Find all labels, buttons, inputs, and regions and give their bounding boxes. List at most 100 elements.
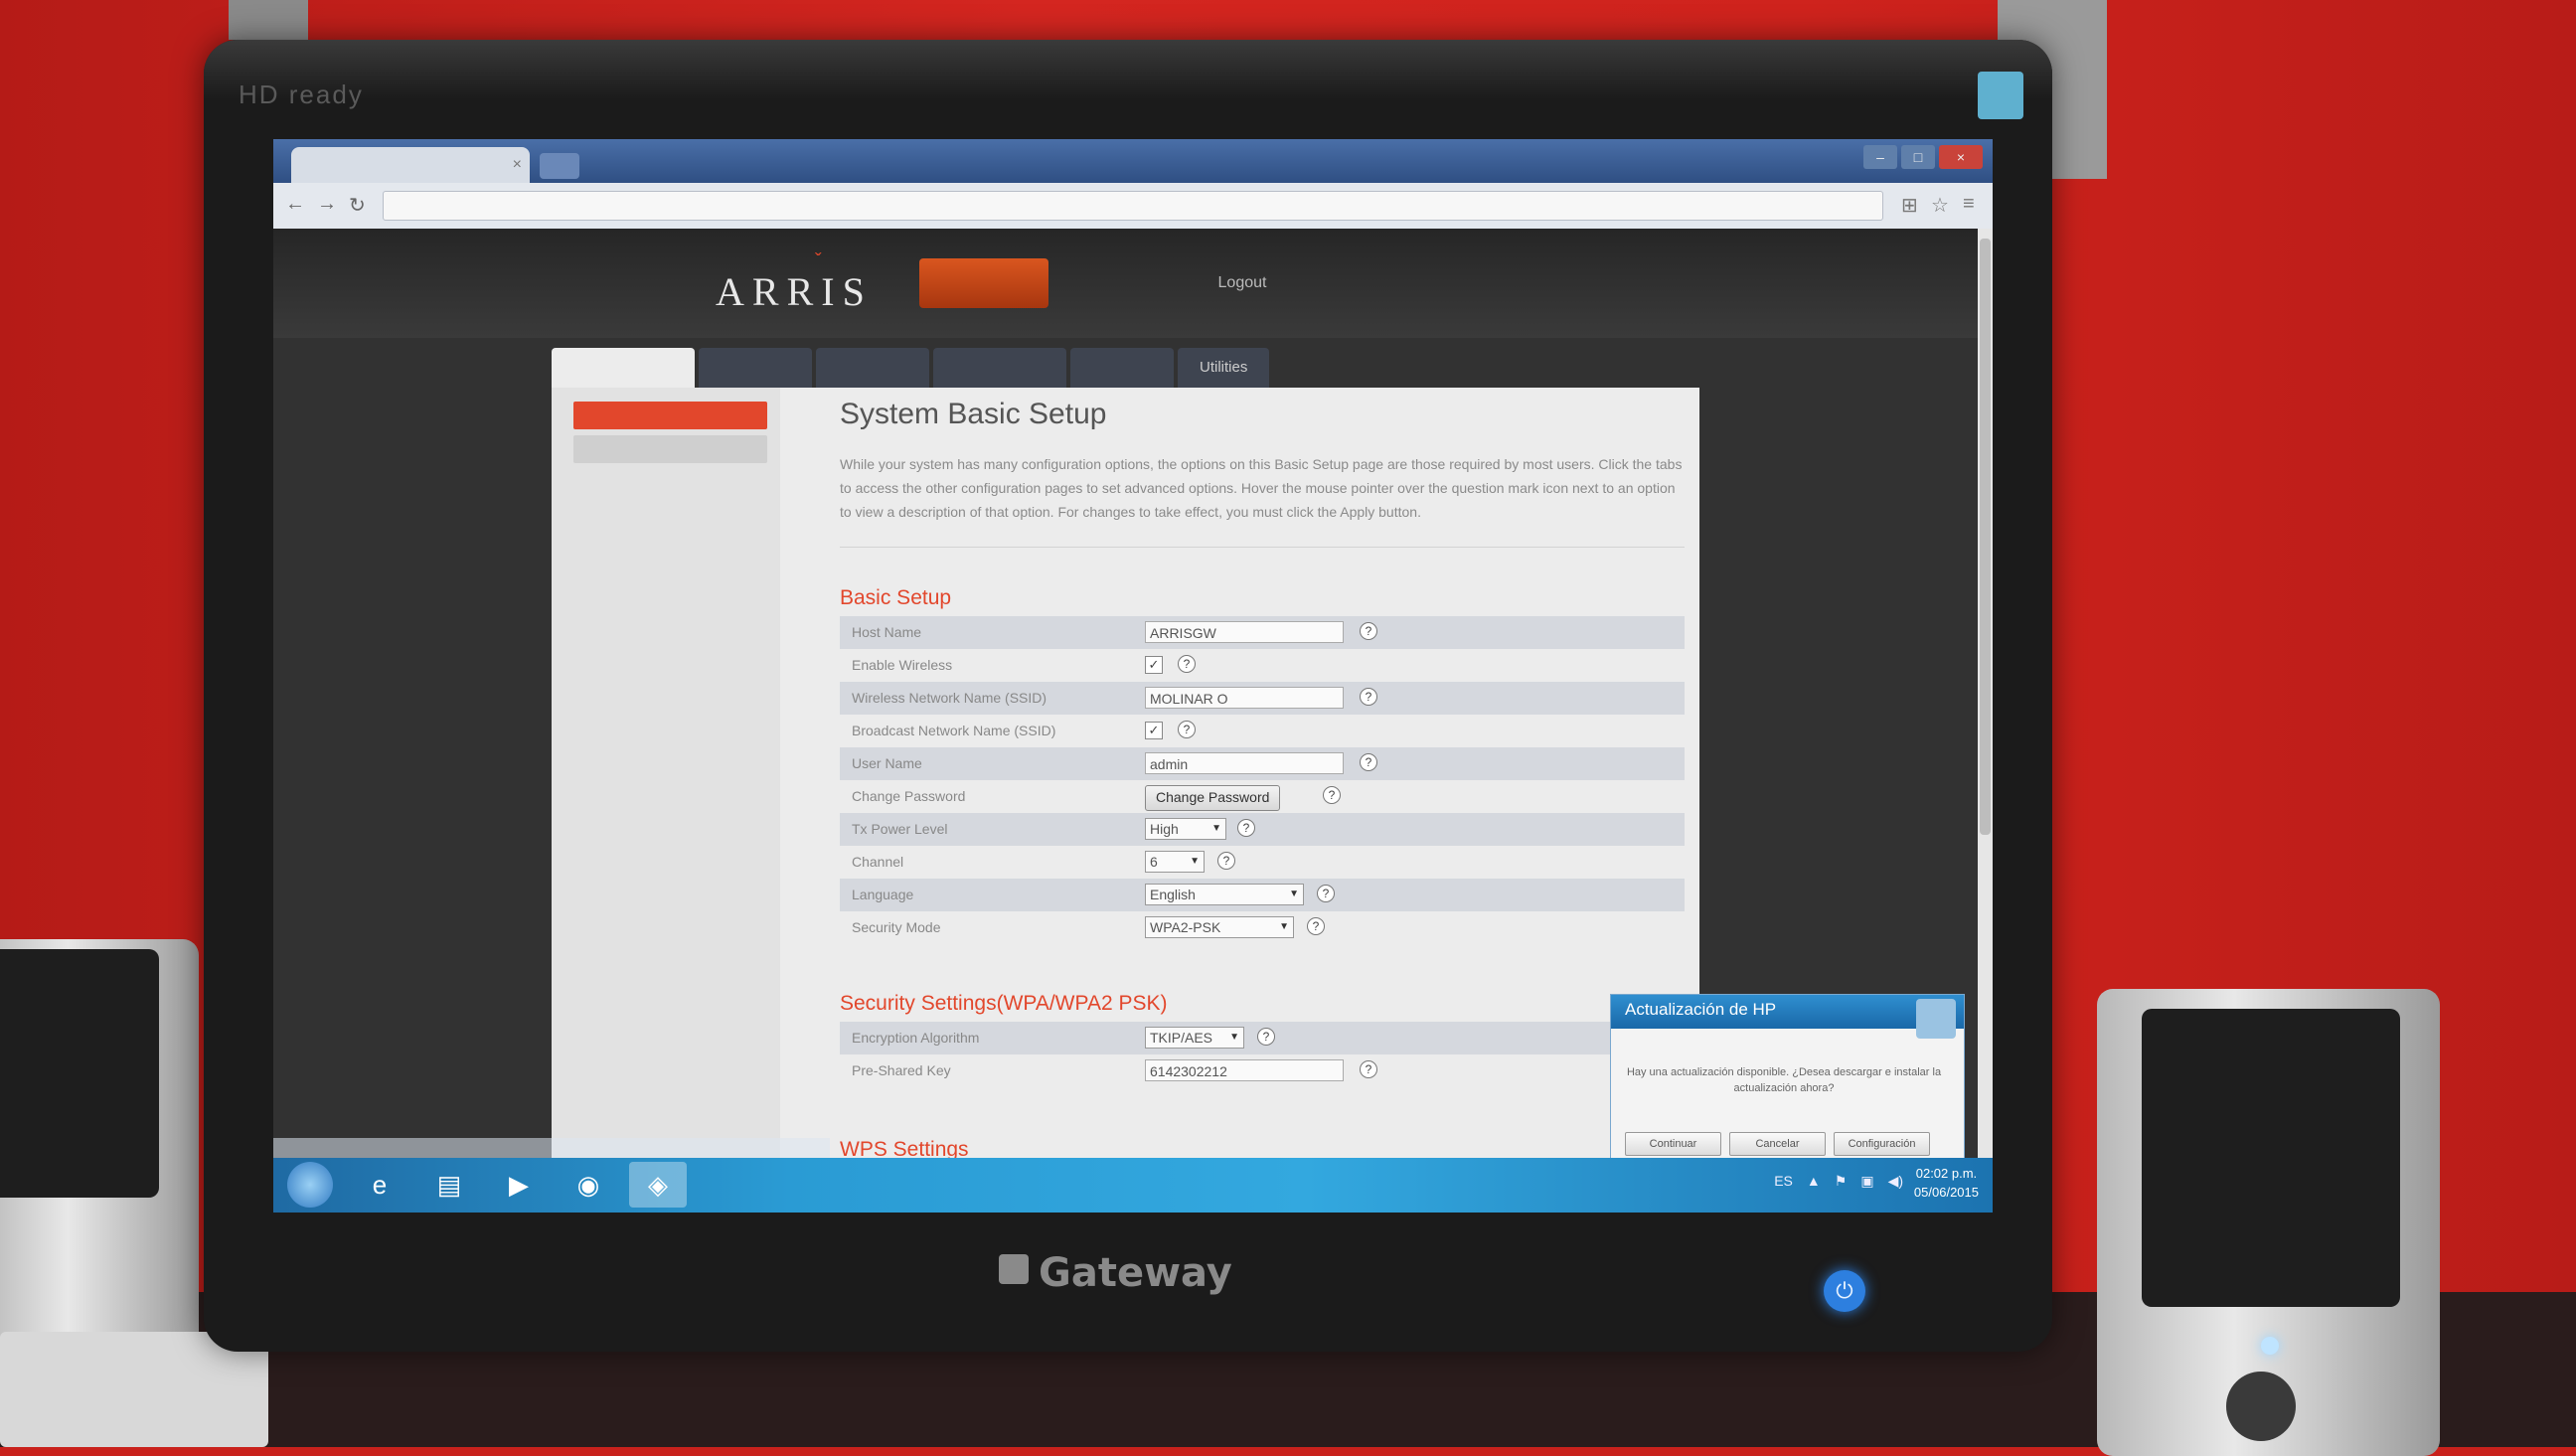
router-header: ARRIS ˇ Logout — [273, 229, 1978, 338]
help-icon[interactable]: ? — [1360, 1060, 1377, 1078]
right-speaker — [2097, 989, 2440, 1456]
channel-select[interactable]: 6 ▼ — [1145, 851, 1205, 873]
taskbar: e ▤ ▶ ◉ ◈ ES ▲ ⚑ ▣ ◀) 02:02 p.m. 05/06/2… — [273, 1158, 1993, 1213]
ssid-input[interactable]: MOLINAR O — [1145, 687, 1344, 709]
enable-wireless-checkbox[interactable]: ✓ — [1145, 656, 1163, 674]
security-mode-value: WPA2-PSK — [1150, 919, 1221, 935]
chevron-down-icon: ▼ — [1229, 1032, 1239, 1043]
forward-icon[interactable]: → — [317, 193, 337, 216]
browser-tab[interactable]: × — [291, 147, 530, 183]
hp-update-icon — [1916, 999, 1956, 1039]
change-password-button[interactable]: Change Password — [1145, 785, 1281, 811]
encryption-value: TKIP/AES — [1150, 1030, 1213, 1046]
help-icon[interactable]: ? — [1307, 917, 1325, 935]
help-icon[interactable]: ? — [1360, 622, 1377, 640]
row-broadcast-ssid: Broadcast Network Name (SSID) ✓ ? — [840, 715, 1685, 747]
label-language: Language — [852, 887, 914, 902]
new-tab-button[interactable] — [540, 153, 579, 179]
star-icon[interactable]: ☆ — [1931, 193, 1949, 218]
content-panel: System Basic Setup While your system has… — [552, 388, 1699, 1158]
cancel-button[interactable]: Cancelar — [1729, 1132, 1826, 1156]
label-encryption: Encryption Algorithm — [852, 1030, 980, 1046]
tab-close-icon[interactable]: × — [513, 147, 522, 183]
clock-date: 05/06/2015 — [1913, 1185, 1979, 1200]
power-icon[interactable]: ⏻ — [1824, 1270, 1865, 1312]
clock[interactable]: 02:02 p.m. 05/06/2015 — [1914, 1164, 1979, 1202]
sidebar — [552, 388, 780, 1158]
label-broadcast-ssid: Broadcast Network Name (SSID) — [852, 723, 1056, 738]
label-host-name: Host Name — [852, 624, 922, 640]
tab[interactable] — [816, 348, 929, 388]
screen: × – □ × ← → ↻ ⊞ ☆ ≡ ARRIS ˇ Logout Utili… — [273, 139, 1993, 1213]
tab[interactable] — [1070, 348, 1174, 388]
settings-button[interactable]: Configuración — [1834, 1132, 1930, 1156]
sidebar-item[interactable] — [573, 435, 767, 463]
ie-icon[interactable]: e — [351, 1162, 408, 1208]
help-icon[interactable]: ? — [1323, 786, 1341, 804]
maximize-button[interactable]: □ — [1901, 145, 1935, 169]
help-icon[interactable]: ? — [1317, 885, 1335, 902]
sidebar-item-active[interactable] — [573, 402, 767, 429]
action-center-flag-icon[interactable]: ⚑ — [1835, 1173, 1848, 1190]
intro-text: While your system has many configuration… — [840, 456, 1683, 520]
hp-update-dialog: Actualización de HP Hay una actualizació… — [1610, 994, 1965, 1160]
extension-icon[interactable]: ⊞ — [1901, 193, 1918, 218]
section-heading-wps: WPS Settings — [840, 1138, 969, 1158]
minimize-button[interactable]: – — [1863, 145, 1897, 169]
help-icon[interactable]: ? — [1237, 819, 1255, 837]
section-heading-security: Security Settings(WPA/WPA2 PSK) — [840, 992, 1168, 1015]
top-nav-item[interactable] — [1048, 258, 1178, 308]
language-value: English — [1150, 887, 1196, 902]
menu-icon[interactable]: ≡ — [1963, 193, 1975, 216]
top-nav-item[interactable] — [919, 258, 1048, 308]
chrome-icon[interactable]: ◉ — [560, 1162, 617, 1208]
row-change-password: Change Password Change Password ? — [840, 780, 1685, 813]
divider — [840, 547, 1685, 548]
explorer-icon[interactable]: ▤ — [420, 1162, 478, 1208]
network-icon[interactable]: ▣ — [1860, 1173, 1873, 1190]
encryption-select[interactable]: TKIP/AES ▼ — [1145, 1027, 1244, 1049]
speaker-led — [2261, 1337, 2279, 1355]
start-button[interactable] — [287, 1162, 333, 1208]
label-tx-power: Tx Power Level — [852, 821, 948, 837]
reload-icon[interactable]: ↻ — [349, 193, 366, 218]
back-icon[interactable]: ← — [285, 193, 305, 216]
speaker-grill — [2142, 1009, 2400, 1307]
language-indicator[interactable]: ES — [1774, 1173, 1793, 1190]
scroll-thumb[interactable] — [1980, 239, 1991, 835]
top-nav-logout[interactable]: Logout — [1178, 258, 1307, 308]
user-name-input[interactable]: admin — [1145, 752, 1344, 774]
address-bar[interactable] — [383, 191, 1883, 221]
label-pre-shared-key: Pre-Shared Key — [852, 1062, 951, 1078]
help-icon[interactable]: ? — [1217, 852, 1235, 870]
network-app-icon[interactable]: ◈ — [629, 1162, 687, 1208]
taskbar-preview-strip — [273, 1138, 830, 1158]
help-icon[interactable]: ? — [1178, 655, 1196, 673]
security-mode-select[interactable]: WPA2-PSK ▼ — [1145, 916, 1294, 938]
page-scrollbar[interactable] — [1978, 229, 1993, 1158]
media-player-icon[interactable]: ▶ — [490, 1162, 548, 1208]
page-title: System Basic Setup — [840, 398, 1107, 430]
speaker-volume-knob[interactable] — [2226, 1372, 2296, 1441]
pre-shared-key-input[interactable]: 6142302212 — [1145, 1059, 1344, 1081]
continue-button[interactable]: Continuar — [1625, 1132, 1721, 1156]
broadcast-ssid-checkbox[interactable]: ✓ — [1145, 722, 1163, 739]
tab-basic-setup[interactable] — [552, 348, 695, 388]
host-name-input[interactable]: ARRISGW — [1145, 621, 1344, 643]
channel-value: 6 — [1150, 854, 1158, 870]
help-icon[interactable]: ? — [1360, 688, 1377, 706]
tab-utilities[interactable]: Utilities — [1178, 348, 1270, 388]
help-icon[interactable]: ? — [1257, 1028, 1275, 1046]
tab[interactable] — [699, 348, 812, 388]
tab[interactable] — [933, 348, 1066, 388]
gateway-logo-icon — [999, 1254, 1029, 1284]
tx-power-select[interactable]: High ▼ — [1145, 818, 1226, 840]
row-security-mode: Security Mode WPA2-PSK ▼ ? — [840, 911, 1685, 944]
language-select[interactable]: English ▼ — [1145, 884, 1304, 905]
help-icon[interactable]: ? — [1178, 721, 1196, 738]
close-button[interactable]: × — [1939, 145, 1983, 169]
show-hidden-icons-icon[interactable]: ▲ — [1807, 1173, 1821, 1190]
help-icon[interactable]: ? — [1360, 753, 1377, 771]
volume-icon[interactable]: ◀) — [1888, 1173, 1903, 1190]
row-host-name: Host Name ARRISGW ? — [840, 616, 1685, 649]
